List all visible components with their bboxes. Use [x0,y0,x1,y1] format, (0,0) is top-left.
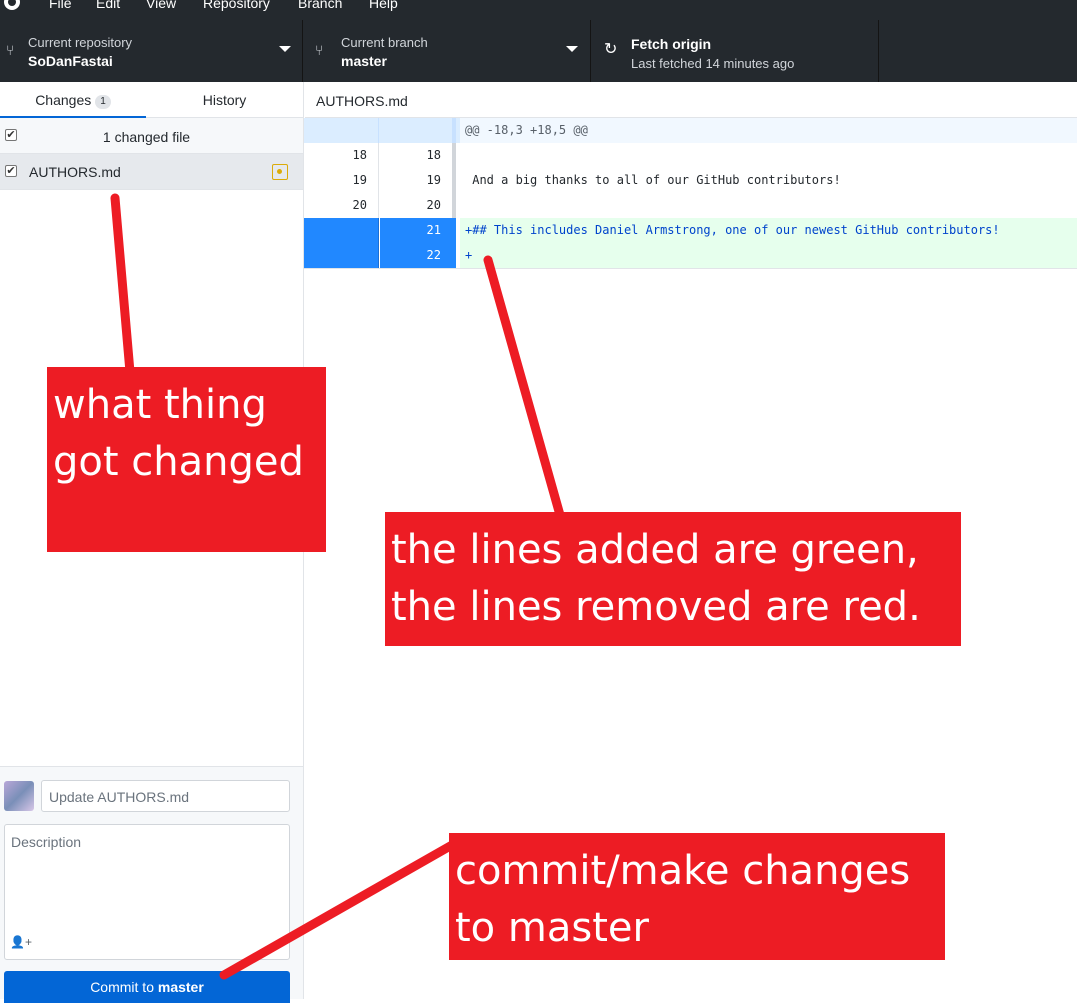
diff-line-added[interactable]: 21 +## This includes Daniel Armstrong, o… [304,218,1077,243]
changes-count-badge: 1 [95,95,111,109]
annotation-line: got changed [53,439,304,485]
old-line-number: 20 [304,193,379,218]
hunk-text: @@ -18,3 +18,5 @@ [460,118,1077,143]
toolbar: ⑂ Current repository SoDanFastai ⑂ Curre… [0,20,1077,82]
diff-line-context[interactable]: 19 19 And a big thanks to all of our Git… [304,168,1077,193]
chevron-down-icon [279,46,291,52]
diff-hunk-header[interactable]: @@ -18,3 +18,5 @@ [304,118,1077,143]
github-logo-icon [4,0,20,10]
file-checkbox[interactable]: ✔ [5,165,17,177]
annotation-line: the lines removed are red. [391,584,921,630]
fetch-status: Last fetched 14 minutes ago [631,56,795,71]
current-repository-button[interactable]: ⑂ Current repository SoDanFastai [0,20,303,82]
changed-files-header: ✔ 1 changed file [0,118,303,154]
annotation-what-changed: what thing got changed [47,367,326,552]
menu-branch[interactable]: Branch [298,0,342,11]
diff-file-name: AUTHORS.md [316,93,408,109]
tab-changes[interactable]: Changes 1 [0,82,146,118]
commit-button-prefix: Commit to [90,979,158,995]
menu-help[interactable]: Help [369,0,398,11]
tab-history-label: History [202,92,247,108]
commit-button-branch: master [157,979,204,995]
tab-history[interactable]: History [146,82,303,118]
chevron-down-icon [566,46,578,52]
diff-line-context[interactable]: 20 20 [304,193,1077,218]
file-modified-icon [272,164,288,180]
arrow-colors-note [483,255,565,520]
diff-line-context[interactable]: 18 18 [304,143,1077,168]
diff-divider [304,268,1077,269]
changed-files-count: 1 changed file [102,129,191,145]
menu-file[interactable]: File [49,0,72,11]
new-line-number: 22 [380,243,456,268]
branch-name: master [341,53,387,69]
repo-label: Current repository [28,35,133,50]
sidebar-tabs: Changes 1 History [0,82,303,118]
avatar [4,781,34,811]
diff-file-header: AUTHORS.md [305,82,1077,118]
old-line-number [304,243,379,268]
fetch-origin-button[interactable]: ↻ Fetch origin Last fetched 14 minutes a… [591,20,879,82]
menu-bar: File Edit View Repository Branch Help [0,0,1077,20]
sync-icon: ↻ [604,41,618,58]
line-text [460,193,1077,218]
commit-area: Update AUTHORS.md Description 👤+ Commit … [0,766,303,1003]
fetch-label: Fetch origin [631,36,712,52]
diff-view: @@ -18,3 +18,5 @@ 18 18 19 19 And a big … [304,118,1077,268]
annotation-line: the lines added are green, [391,527,919,573]
new-line-number: 21 [380,218,456,243]
file-row[interactable]: ✔ AUTHORS.md [0,154,303,190]
branch-label: Current branch [341,35,428,50]
old-line-number [304,218,379,243]
new-line-number [380,118,456,143]
commit-button[interactable]: Commit to master [4,971,290,1003]
annotation-colors-note: the lines added are green, the lines rem… [385,512,961,646]
menu-edit[interactable]: Edit [96,0,120,11]
new-line-number: 19 [380,168,456,193]
old-line-number: 19 [304,168,379,193]
old-line-number [304,118,379,143]
line-text: +## This includes Daniel Armstrong, one … [460,218,1077,243]
line-text: And a big thanks to all of our GitHub co… [465,173,841,187]
diff-line-added[interactable]: 22 + [304,243,1077,268]
branch-icon: ⑂ [315,42,324,58]
line-text [460,143,1077,168]
repo-name: SoDanFastai [28,53,113,69]
current-branch-button[interactable]: ⑂ Current branch master [304,20,591,82]
add-coauthor-icon[interactable]: 👤+ [10,935,32,949]
annotation-line: commit/make changes [455,848,911,894]
commit-summary-input[interactable]: Update AUTHORS.md [41,780,290,812]
old-line-number: 18 [304,143,379,168]
new-line-number: 18 [380,143,456,168]
annotation-line: to master [455,905,649,951]
repo-icon: ⑂ [6,42,15,58]
annotation-line: what thing [53,382,267,428]
file-name: AUTHORS.md [29,164,121,180]
new-line-number: 20 [380,193,456,218]
line-text: + [460,243,1077,268]
commit-description-input[interactable]: Description [4,824,290,960]
menu-view[interactable]: View [146,0,176,11]
annotation-commit-note: commit/make changes to master [449,833,945,960]
menu-repository[interactable]: Repository [203,0,270,11]
tab-changes-label: Changes [35,92,92,108]
